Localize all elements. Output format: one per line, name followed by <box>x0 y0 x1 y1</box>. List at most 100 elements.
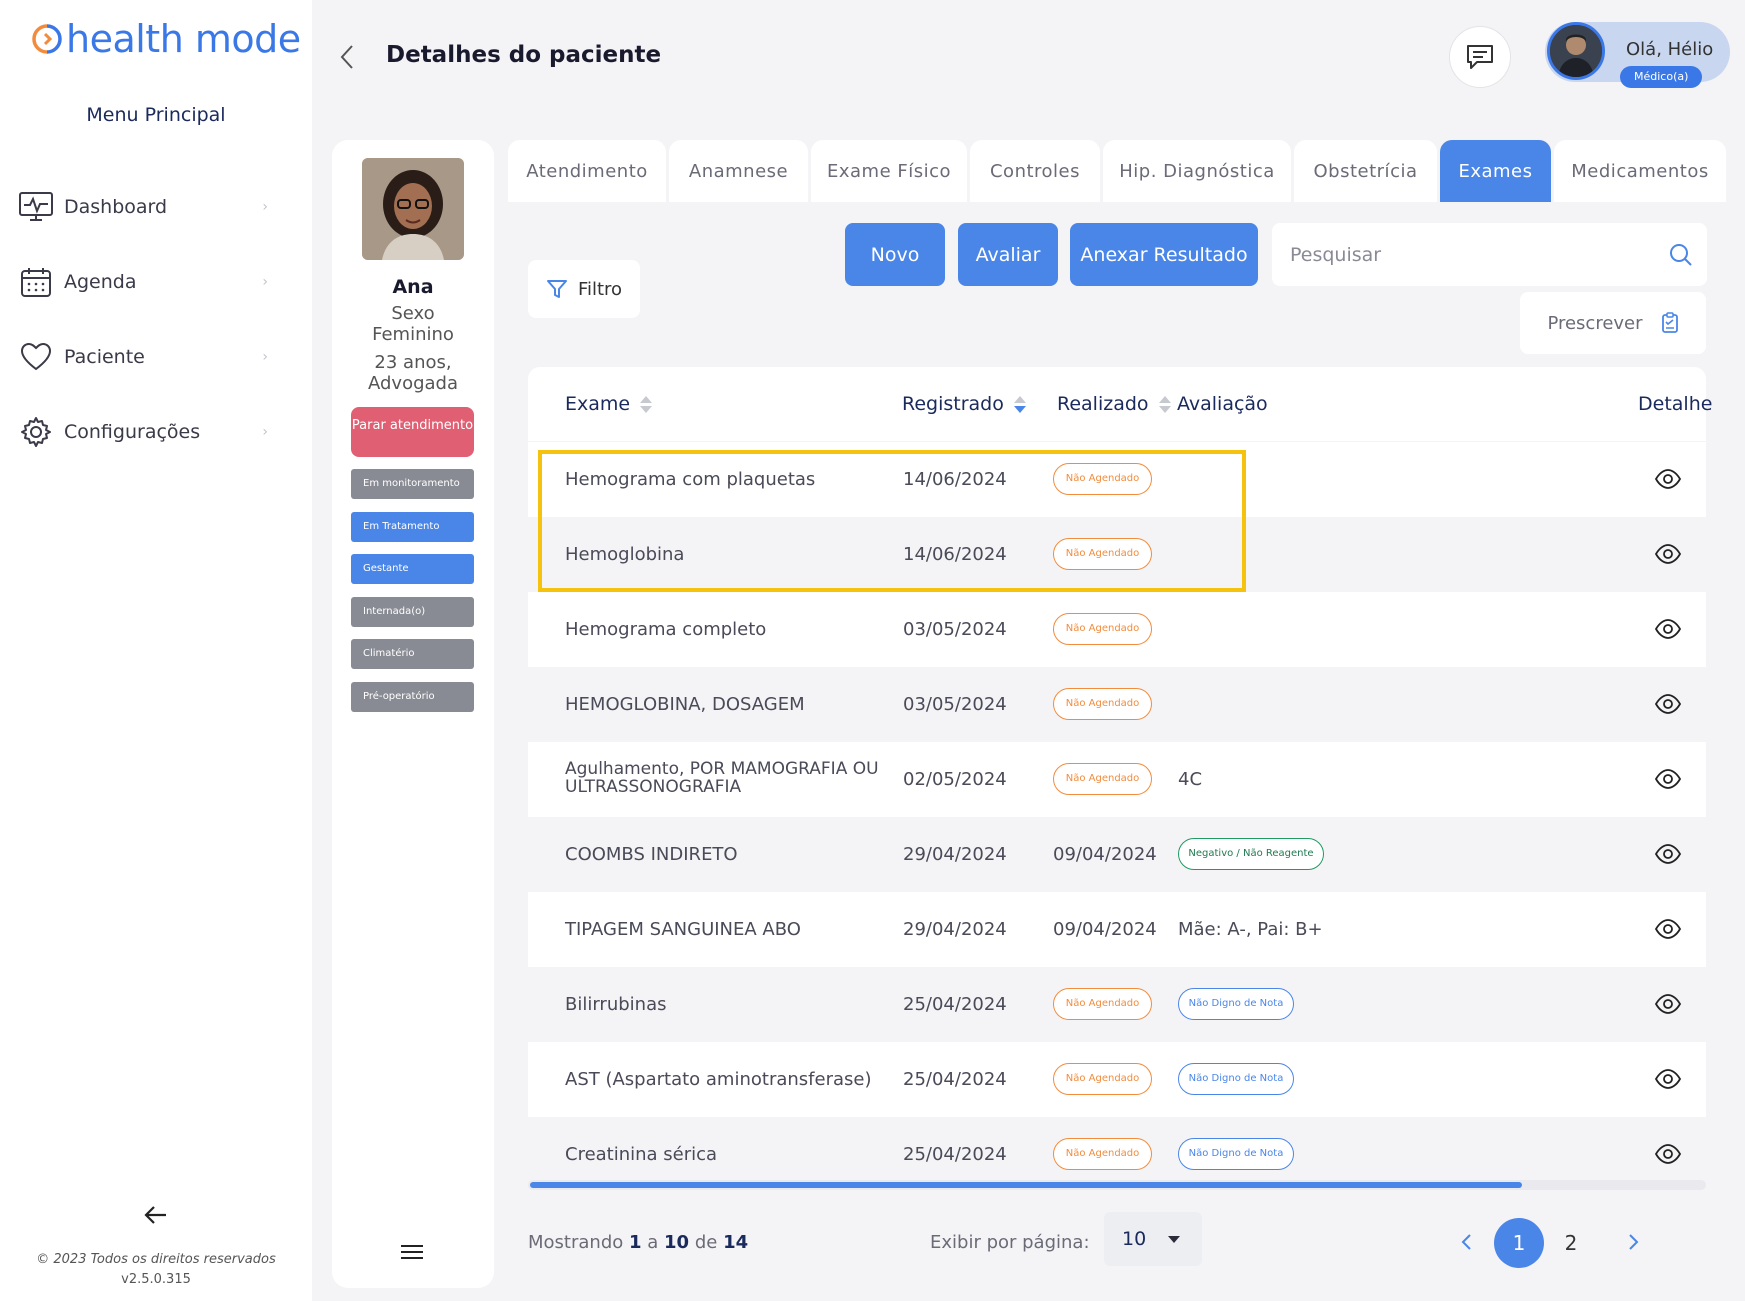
column-header-label: Registrado <box>902 393 1004 415</box>
tab-hip-diagnostica[interactable]: Hip. Diagnóstica <box>1103 140 1291 202</box>
page-2-button[interactable]: 2 <box>1556 1218 1586 1268</box>
search-icon[interactable] <box>1668 242 1694 268</box>
tag-internada[interactable]: Internada(o) <box>351 597 474 627</box>
evaluation-badge: Negativo / Não Reagente <box>1178 838 1324 870</box>
performed-date: 09/04/2024 <box>1053 844 1157 865</box>
status-badge: Não Agendado <box>1053 1138 1152 1170</box>
table-row[interactable]: Agulhamento, POR MAMOGRAFIA OU ULTRASSON… <box>528 742 1706 817</box>
showing-to-word: a <box>647 1232 659 1253</box>
chevron-right-icon: › <box>262 424 268 440</box>
view-detail-eye-icon[interactable] <box>1654 619 1682 639</box>
new-exam-button[interactable]: Novo <box>845 223 945 286</box>
search-input[interactable] <box>1290 240 1640 270</box>
tab-obstetricia[interactable]: Obstetrícia <box>1294 140 1437 202</box>
exam-name: TIPAGEM SANGUINEA ABO <box>565 919 801 940</box>
prescribe-button[interactable]: Prescrever <box>1520 292 1706 354</box>
table-row[interactable]: HEMOGLOBINA, DOSAGEM 03/05/2024 Não Agenda… <box>528 667 1706 742</box>
registered-date: 25/04/2024 <box>903 994 1007 1015</box>
column-header-avaliacao: Avaliação <box>1177 393 1268 415</box>
patient-name: Ana <box>392 276 434 298</box>
table-row[interactable]: Bilirrubinas 25/04/2024 Não Agendado Não Di… <box>528 967 1706 1042</box>
column-header-label: Exame <box>565 393 631 415</box>
table-row[interactable]: Hemograma completo 03/05/2024 Não Agendado <box>528 592 1706 667</box>
table-row[interactable]: COOMBS INDIRETO 29/04/2024 09/04/2024 Negat… <box>528 817 1706 892</box>
column-header-realizado[interactable]: Realizado <box>1057 393 1171 415</box>
chevron-right-icon: › <box>262 199 268 215</box>
tag-gestante[interactable]: Gestante <box>351 554 474 584</box>
back-button[interactable] <box>332 38 364 76</box>
prev-page-button[interactable] <box>1453 1227 1481 1257</box>
patient-sex: Feminino <box>372 324 454 345</box>
sidebar-item-paciente[interactable]: Paciente › <box>18 335 268 379</box>
heart-icon <box>18 339 54 375</box>
tab-exames[interactable]: Exames <box>1440 140 1551 202</box>
table-row[interactable]: TIPAGEM SANGUINEA ABO 29/04/2024 09/04/202… <box>528 892 1706 967</box>
sort-icon <box>1158 395 1171 413</box>
collapse-sidebar-button[interactable] <box>140 1202 172 1234</box>
exam-name: Creatinina sérica <box>565 1144 718 1165</box>
view-detail-eye-icon[interactable] <box>1654 844 1682 864</box>
patient-sex-label: Sexo <box>391 303 435 324</box>
column-header-detalhe: Detalhe <box>1638 393 1713 415</box>
attach-result-button[interactable]: Anexar Resultado <box>1070 223 1258 286</box>
sidebar-item-dashboard[interactable]: Dashboard › <box>18 185 268 229</box>
per-page-label: Exibir por página: <box>930 1232 1090 1253</box>
registered-date: 03/05/2024 <box>903 694 1007 715</box>
patient-age: 23 anos, <box>374 352 452 373</box>
page-1-button[interactable]: 1 <box>1494 1218 1544 1268</box>
sidebar-item-agenda[interactable]: Agenda › <box>18 260 268 304</box>
tab-exame-fisico[interactable]: Exame Físico <box>811 140 967 202</box>
view-detail-eye-icon[interactable] <box>1654 469 1682 489</box>
view-detail-eye-icon[interactable] <box>1654 1144 1682 1164</box>
chat-button[interactable] <box>1449 26 1511 88</box>
evaluation-badge: Não Digno de Nota <box>1178 988 1294 1020</box>
column-header-registrado[interactable]: Registrado <box>902 393 1026 415</box>
tag-climaterio[interactable]: Climatério <box>351 639 474 669</box>
chevron-right-icon: › <box>262 349 268 365</box>
scrollbar-thumb[interactable] <box>530 1182 1522 1188</box>
exam-name: Hemograma completo <box>565 619 767 640</box>
column-header-exame[interactable]: Exame <box>565 393 653 415</box>
avatar[interactable] <box>1547 22 1605 80</box>
view-detail-eye-icon[interactable] <box>1654 1069 1682 1089</box>
per-page-value: 10 <box>1122 1228 1147 1250</box>
exam-name: Agulhamento, POR MAMOGRAFIA OU ULTRASSON… <box>565 759 879 797</box>
sidebar-item-label: Agenda <box>64 271 137 293</box>
sidebar-item-configuracoes[interactable]: Configurações › <box>18 410 268 454</box>
next-page-button[interactable] <box>1619 1227 1647 1257</box>
showing-count: Mostrando 1 a 10 de 14 <box>528 1232 748 1253</box>
tabs-bar: Atendimento Anamnese Exame Físico Contro… <box>508 140 1738 202</box>
tag-em-monitoramento[interactable]: Em monitoramento <box>351 469 474 499</box>
monitor-pulse-icon <box>18 189 54 225</box>
tag-em-tratamento[interactable]: Em Tratamento <box>351 512 474 542</box>
evaluate-button[interactable]: Avaliar <box>958 223 1058 286</box>
hamburger-menu-icon[interactable] <box>398 1240 426 1264</box>
tab-controles[interactable]: Controles <box>970 140 1100 202</box>
selection-highlight <box>538 450 1246 592</box>
stop-attendance-button[interactable]: Parar atendimento <box>351 407 474 457</box>
registered-date: 02/05/2024 <box>903 769 1007 790</box>
showing-to: 10 <box>664 1232 690 1253</box>
clipboard-check-icon <box>1661 312 1678 333</box>
tag-pre-operatorio[interactable]: Pré-operatório <box>351 682 474 712</box>
tab-anamnese[interactable]: Anamnese <box>669 140 808 202</box>
status-badge: Não Agendado <box>1053 613 1152 645</box>
tab-medicamentos[interactable]: Medicamentos <box>1554 140 1726 202</box>
filter-button[interactable]: Filtro <box>528 260 640 318</box>
copyright-text: © 2023 Todos os direitos reservados <box>36 1252 276 1267</box>
view-detail-eye-icon[interactable] <box>1654 994 1682 1014</box>
version-text: v2.5.0.315 <box>121 1272 191 1287</box>
per-page-select[interactable]: 10 <box>1104 1212 1202 1266</box>
view-detail-eye-icon[interactable] <box>1654 694 1682 714</box>
logo[interactable]: health mode <box>30 17 301 61</box>
view-detail-eye-icon[interactable] <box>1654 544 1682 564</box>
arrow-left-icon <box>144 1206 166 1224</box>
view-detail-eye-icon[interactable] <box>1654 919 1682 939</box>
showing-prefix: Mostrando <box>528 1232 624 1253</box>
filter-label: Filtro <box>577 278 623 300</box>
page-title: Detalhes do paciente <box>386 42 662 68</box>
table-row[interactable]: AST (Aspartato aminotransferase) 25/04/20… <box>528 1042 1706 1117</box>
tab-atendimento[interactable]: Atendimento <box>508 140 666 202</box>
patient-occupation: Advogada <box>368 373 458 394</box>
view-detail-eye-icon[interactable] <box>1654 769 1682 789</box>
